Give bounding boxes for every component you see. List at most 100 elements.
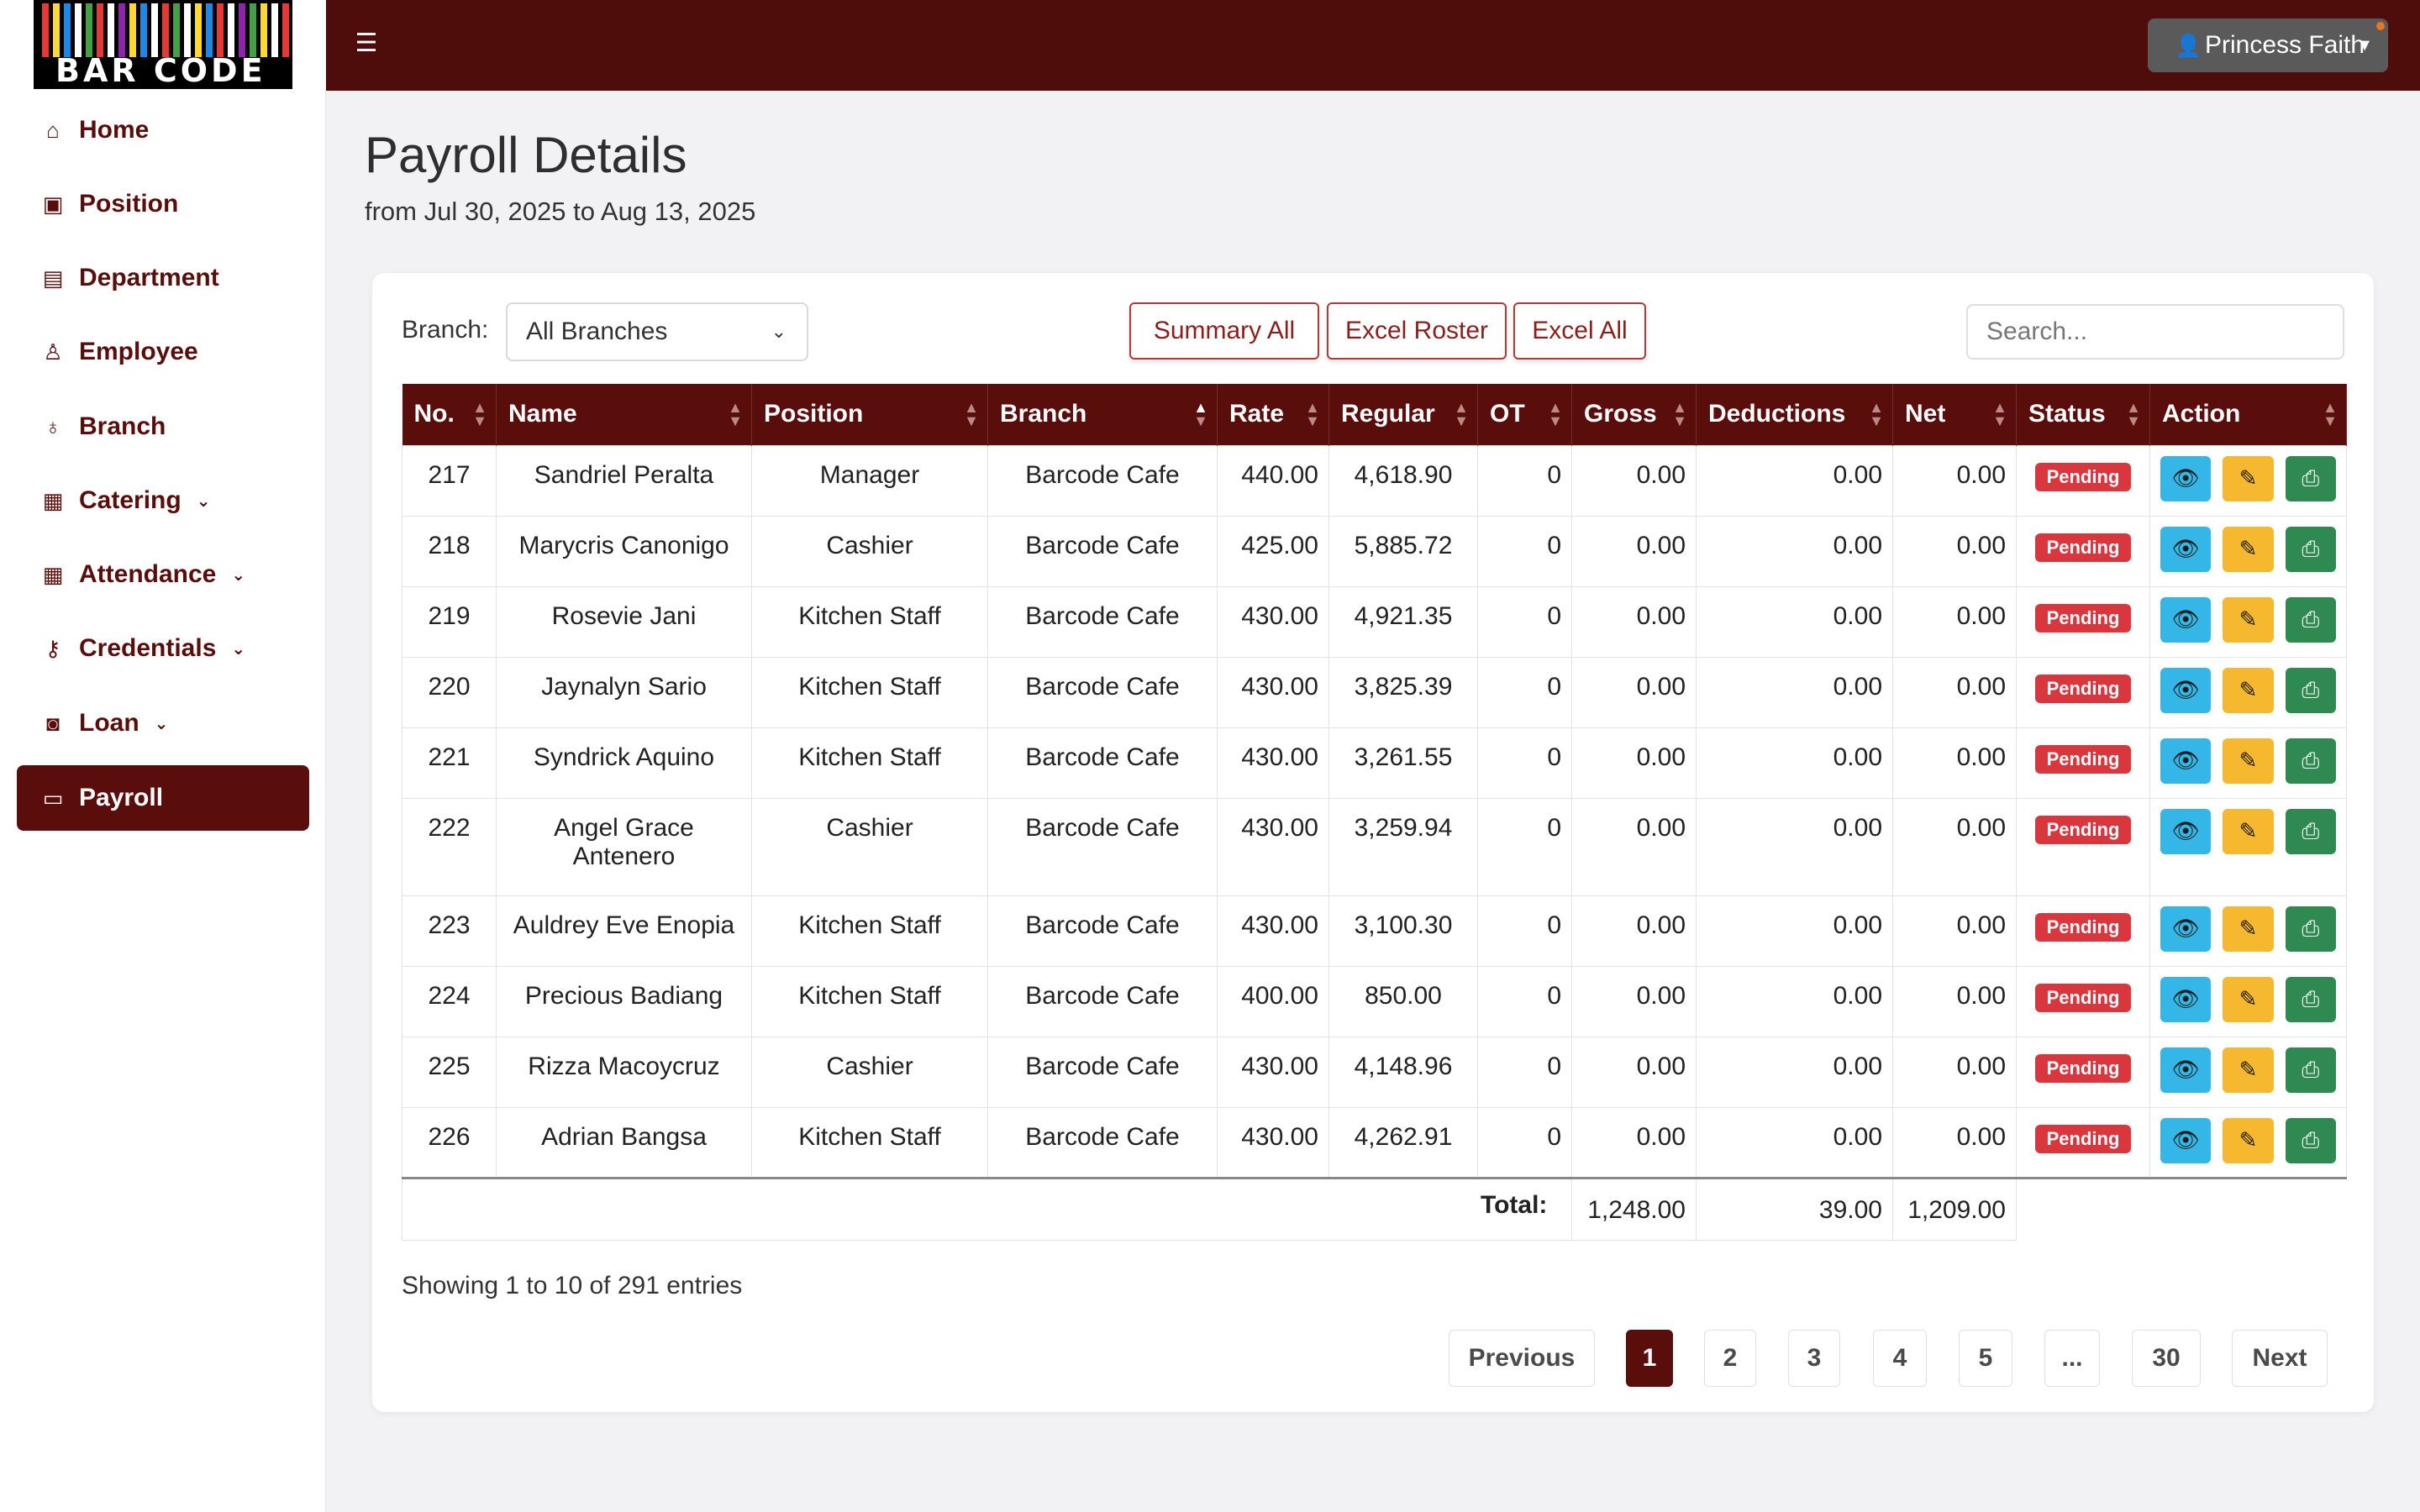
print-button[interactable]: ⎙ bbox=[2285, 1117, 2336, 1163]
print-button[interactable]: ⎙ bbox=[2285, 526, 2336, 572]
sidebar-item-attendance[interactable]: ▦ Attendance ⌄ bbox=[17, 542, 309, 607]
edit-button[interactable]: ✎ bbox=[2223, 667, 2274, 713]
pagination-page-5[interactable]: 5 bbox=[1959, 1330, 2012, 1387]
pencil-icon: ✎ bbox=[2238, 1057, 2258, 1082]
sidebar-item-home[interactable]: ⌂ Home bbox=[17, 97, 309, 163]
cell-status: Pending bbox=[2016, 656, 2150, 728]
sidebar-item-loan[interactable]: ◙ Loan ⌄ bbox=[17, 690, 309, 756]
view-button[interactable]: 👁 bbox=[2160, 596, 2212, 643]
cell-name: Rizza Macoycruz bbox=[496, 1036, 752, 1108]
sidebar-toggle-icon[interactable]: ☰ bbox=[351, 29, 381, 59]
view-button[interactable]: 👁 bbox=[2160, 526, 2212, 572]
edit-button[interactable]: ✎ bbox=[2223, 976, 2274, 1022]
edit-button[interactable]: ✎ bbox=[2223, 906, 2274, 952]
user-menu-button[interactable]: 👤 Princess Faith ▼ bbox=[2148, 18, 2388, 72]
pagination-page-30[interactable]: 30 bbox=[2132, 1330, 2201, 1387]
sort-asc-icon: ▲ ▼ bbox=[1193, 399, 1208, 429]
cell-regular: 4,921.35 bbox=[1328, 585, 1478, 658]
barcode-logo[interactable]: BAR CODE bbox=[34, 0, 292, 89]
col-header-gross[interactable]: Gross ▲ ▼ bbox=[1571, 384, 1697, 445]
printer-icon: ⎙ bbox=[2302, 676, 2320, 702]
col-header-status[interactable]: Status ▲ ▼ bbox=[2016, 384, 2150, 445]
col-header-position[interactable]: Position ▲ ▼ bbox=[751, 384, 988, 445]
cell-deductions: 0.00 bbox=[1696, 1036, 1893, 1108]
cell-net: 0.00 bbox=[1892, 797, 2017, 896]
edit-button[interactable]: ✎ bbox=[2223, 596, 2274, 643]
cell-no: 223 bbox=[402, 895, 497, 967]
edit-button[interactable]: ✎ bbox=[2223, 1047, 2274, 1093]
cell-rate: 430.00 bbox=[1217, 656, 1329, 728]
cell-gross: 0.00 bbox=[1571, 797, 1697, 896]
sidebar-item-payroll[interactable]: ▭ Payroll bbox=[17, 765, 309, 831]
excel-all-button[interactable]: Excel All bbox=[1513, 302, 1646, 360]
cell-rate: 430.00 bbox=[1217, 1106, 1329, 1179]
pagination-previous[interactable]: Previous bbox=[1449, 1330, 1595, 1387]
edit-button[interactable]: ✎ bbox=[2223, 1117, 2274, 1163]
print-button[interactable]: ⎙ bbox=[2285, 667, 2336, 713]
sidebar-item-catering[interactable]: ▦ Catering ⌄ bbox=[17, 468, 309, 533]
branch-filter-label: Branch: bbox=[402, 316, 489, 344]
col-header-name[interactable]: Name ▲ ▼ bbox=[496, 384, 752, 445]
cell-status: Pending bbox=[2016, 1106, 2150, 1179]
sort-icon: ▲ ▼ bbox=[1869, 399, 1884, 429]
cell-no: 220 bbox=[402, 656, 497, 728]
col-header-no[interactable]: No. ▲ ▼ bbox=[402, 384, 497, 445]
pagination-next[interactable]: Next bbox=[2232, 1330, 2328, 1387]
cell-action: 👁 ✎ ⎙ bbox=[2149, 585, 2347, 658]
page-title: Payroll Details bbox=[365, 127, 687, 183]
print-button[interactable]: ⎙ bbox=[2285, 738, 2336, 784]
table-row: 221 Syndrick Aquino Kitchen Staff Barcode C… bbox=[402, 727, 2347, 799]
edit-button[interactable]: ✎ bbox=[2223, 738, 2274, 784]
view-button[interactable]: 👁 bbox=[2160, 1117, 2212, 1163]
print-button[interactable]: ⎙ bbox=[2285, 596, 2336, 643]
view-button[interactable]: 👁 bbox=[2160, 906, 2212, 952]
view-button[interactable]: 👁 bbox=[2160, 667, 2212, 713]
cell-no: 218 bbox=[402, 515, 497, 587]
sidebar-item-department[interactable]: ▤ Department bbox=[17, 245, 309, 311]
search-input[interactable] bbox=[1966, 304, 2344, 360]
cell-regular: 3,259.94 bbox=[1328, 797, 1478, 896]
print-button[interactable]: ⎙ bbox=[2285, 976, 2336, 1022]
pagination-page-3[interactable]: 3 bbox=[1788, 1330, 1840, 1387]
cell-status: Pending bbox=[2016, 444, 2150, 517]
col-header-deductions[interactable]: Deductions ▲ ▼ bbox=[1696, 384, 1893, 445]
cell-action: 👁 ✎ ⎙ bbox=[2149, 797, 2347, 896]
cell-branch: Barcode Cafe bbox=[987, 895, 1218, 967]
page-subtitle: from Jul 30, 2025 to Aug 13, 2025 bbox=[365, 197, 756, 226]
view-button[interactable]: 👁 bbox=[2160, 808, 2212, 854]
view-button[interactable]: 👁 bbox=[2160, 738, 2212, 784]
edit-button[interactable]: ✎ bbox=[2223, 808, 2274, 854]
pagination-page-2[interactable]: 2 bbox=[1704, 1330, 1756, 1387]
pagination-page-1[interactable]: 1 bbox=[1626, 1330, 1673, 1387]
sidebar-item-credentials[interactable]: ⚷ Credentials ⌄ bbox=[17, 616, 309, 681]
status-badge: Pending bbox=[2034, 603, 2132, 633]
cell-branch: Barcode Cafe bbox=[987, 1106, 1218, 1179]
edit-button[interactable]: ✎ bbox=[2223, 455, 2274, 501]
col-header-regular[interactable]: Regular ▲ ▼ bbox=[1328, 384, 1478, 445]
cell-name: Syndrick Aquino bbox=[496, 727, 752, 799]
cell-position: Kitchen Staff bbox=[751, 895, 988, 967]
col-header-net[interactable]: Net ▲ ▼ bbox=[1892, 384, 2017, 445]
col-header-action[interactable]: Action ▲ ▼ bbox=[2149, 384, 2347, 445]
excel-roster-button[interactable]: Excel Roster bbox=[1327, 302, 1507, 360]
pagination-page-4[interactable]: 4 bbox=[1873, 1330, 1927, 1387]
col-header-ot[interactable]: OT ▲ ▼ bbox=[1477, 384, 1572, 445]
print-button[interactable]: ⎙ bbox=[2285, 808, 2336, 854]
branch-select[interactable]: All Branches ⌄ bbox=[506, 302, 808, 361]
sidebar-item-branch[interactable]: ♁ Branch bbox=[17, 394, 309, 459]
col-header-rate[interactable]: Rate ▲ ▼ bbox=[1217, 384, 1329, 445]
col-header-branch[interactable]: Branch ▲ ▼ bbox=[987, 384, 1218, 445]
print-button[interactable]: ⎙ bbox=[2285, 1047, 2336, 1093]
cell-gross: 0.00 bbox=[1571, 1106, 1697, 1179]
sidebar-item-position[interactable]: ▣ Position bbox=[17, 171, 309, 237]
view-button[interactable]: 👁 bbox=[2160, 455, 2212, 501]
print-button[interactable]: ⎙ bbox=[2285, 906, 2336, 952]
print-button[interactable]: ⎙ bbox=[2285, 455, 2336, 501]
view-button[interactable]: 👁 bbox=[2160, 976, 2212, 1022]
summary-all-button[interactable]: Summary All bbox=[1129, 302, 1319, 360]
edit-button[interactable]: ✎ bbox=[2223, 526, 2274, 572]
cell-action: 👁 ✎ ⎙ bbox=[2149, 444, 2347, 517]
sidebar-item-employee[interactable]: ♙ Employee bbox=[17, 319, 309, 385]
cell-action: 👁 ✎ ⎙ bbox=[2149, 965, 2347, 1037]
view-button[interactable]: 👁 bbox=[2160, 1047, 2212, 1093]
